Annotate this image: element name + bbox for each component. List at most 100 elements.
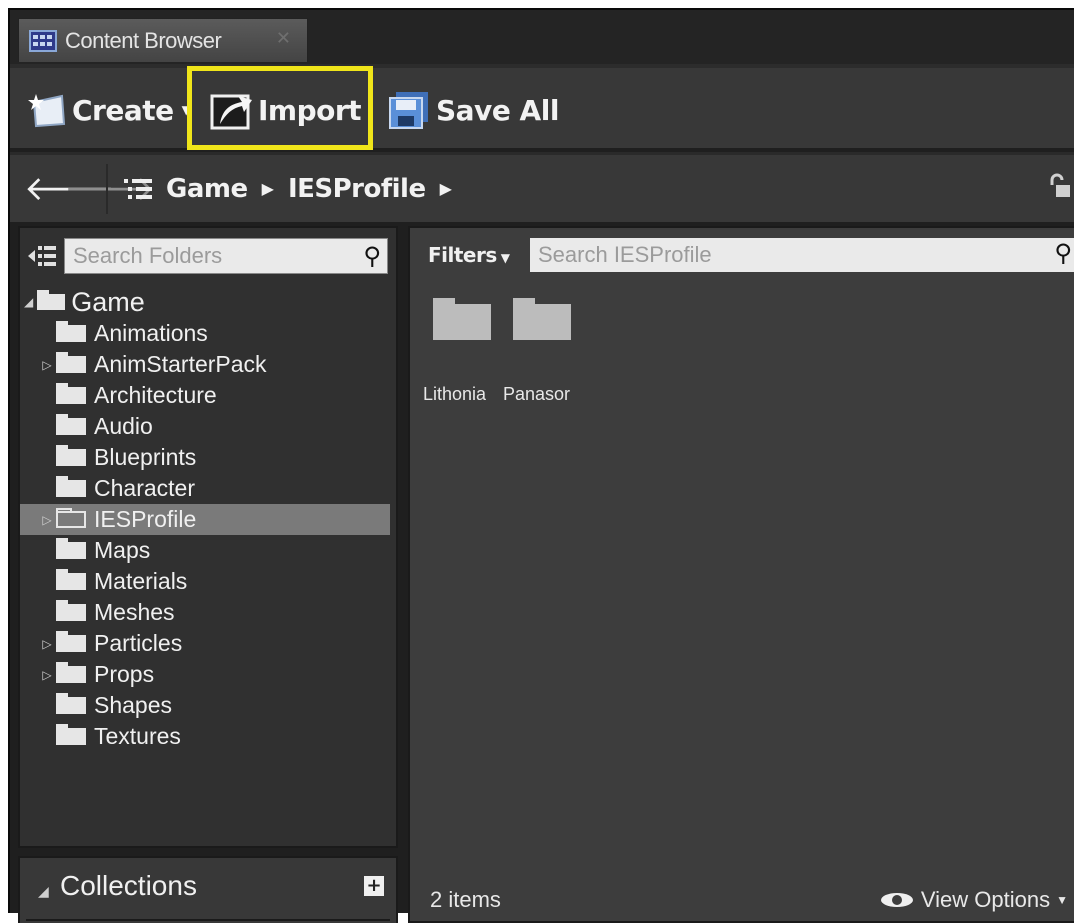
import-button[interactable]: Import	[210, 82, 362, 138]
search-icon[interactable]: ⚲	[1054, 239, 1072, 267]
close-icon[interactable]: ✕	[276, 28, 291, 49]
asset-view-panel: Filters▼ ⚲ Lithonia Panasor 2 items View…	[408, 226, 1074, 923]
tree-item-label: Props	[94, 661, 155, 687]
create-label: Create	[72, 93, 174, 127]
folder-tree-panel: ⚲ ◢ Game Animations ▷ AnimStarterPack Archi…	[18, 226, 398, 848]
asset-label: Lithonia	[423, 384, 487, 404]
folder-open-icon	[56, 508, 86, 528]
nav-divider	[106, 163, 108, 214]
breadcrumb-separator-icon[interactable]: ▶	[262, 179, 274, 198]
collections-label: Collections	[60, 870, 197, 901]
content-browser-icon	[29, 29, 57, 52]
folder-icon	[56, 569, 86, 590]
tree-item-label: IESProfile	[94, 506, 197, 532]
breadcrumb-next-icon[interactable]: ▶	[440, 179, 452, 198]
filter-row: Filters▼ ⚲	[410, 234, 1074, 276]
folder-icon	[56, 662, 86, 683]
view-options-button[interactable]: View Options ▼	[880, 887, 1068, 913]
view-options-label: View Options	[920, 887, 1051, 912]
tree-item-audio[interactable]: Audio	[20, 411, 396, 442]
tree-item-label: Shapes	[94, 692, 173, 718]
lock-icon[interactable]	[1048, 173, 1070, 199]
tree-item-props[interactable]: ▷ Props	[20, 659, 396, 690]
tree-item-label: Particles	[94, 630, 183, 656]
save-icon	[389, 92, 428, 129]
tree-item-animstarterpack[interactable]: ▷ AnimStarterPack	[20, 349, 396, 380]
folder-icon	[513, 298, 571, 340]
eye-icon	[880, 891, 915, 909]
expanded-triangle-icon[interactable]: ◢	[24, 295, 33, 309]
tree-item-label: Blueprints	[94, 444, 197, 470]
import-icon	[210, 94, 252, 130]
chevron-down-icon: ▼	[1056, 893, 1068, 907]
folder-search-box: ⚲	[64, 238, 388, 274]
tree-item-particles[interactable]: ▷ Particles	[20, 628, 396, 659]
tree-item-architecture[interactable]: Architecture	[20, 380, 396, 411]
folder-icon	[56, 724, 86, 745]
import-label: Import	[258, 93, 362, 127]
create-icon	[28, 94, 66, 128]
tree-item-shapes[interactable]: Shapes	[20, 690, 396, 721]
tree-item-meshes[interactable]: Meshes	[20, 597, 396, 628]
tree-items: Animations ▷ AnimStarterPack Architecture Au…	[20, 318, 396, 752]
tree-item-label: Architecture	[94, 382, 217, 408]
folder-icon	[56, 538, 86, 559]
collapse-triangle-icon[interactable]: ◢	[38, 884, 49, 900]
content-browser-window: Content Browser ✕ Create ▼ Import Save A…	[8, 8, 1074, 923]
expand-triangle-icon[interactable]: ▷	[40, 668, 54, 682]
folder-icon	[56, 600, 86, 621]
folder-list-icon[interactable]	[124, 177, 152, 201]
back-arrow-icon[interactable]: 🡐	[24, 172, 115, 206]
asset-tile-panasonic[interactable]: Panasor	[502, 290, 582, 405]
folder-icon	[56, 631, 86, 652]
tree-item-label: Character	[94, 475, 195, 501]
tree-item-label: Materials	[94, 568, 188, 594]
tab-title: Content Browser	[65, 27, 222, 53]
expand-triangle-icon[interactable]: ▷	[40, 513, 54, 527]
tree-item-label: AnimStarterPack	[94, 351, 267, 377]
tree-item-materials[interactable]: Materials	[20, 566, 396, 597]
tree-item-label: Animations	[94, 320, 208, 346]
asset-tile-lithonia[interactable]: Lithonia	[422, 290, 502, 405]
asset-label: Panasor	[503, 384, 571, 404]
tree-item-label: Audio	[94, 413, 153, 439]
item-count: 2 items	[430, 887, 501, 912]
expand-triangle-icon[interactable]: ▷	[40, 637, 54, 651]
folder-icon	[56, 693, 86, 714]
folder-search-input[interactable]	[65, 239, 387, 273]
add-collection-button[interactable]: +	[364, 876, 384, 896]
search-icon[interactable]: ⚲	[363, 242, 381, 270]
tree-item-textures[interactable]: Textures	[20, 721, 396, 752]
create-button[interactable]: Create ▼	[28, 82, 191, 138]
folder-icon	[56, 445, 86, 466]
tree-item-maps[interactable]: Maps	[20, 535, 396, 566]
breadcrumb-iesprofile[interactable]: IESProfile	[288, 174, 426, 204]
tree-root-game[interactable]: ◢ Game	[20, 286, 396, 318]
folder-icon	[56, 383, 86, 404]
filters-button[interactable]: Filters ▼	[428, 243, 510, 267]
tree-item-character[interactable]: Character	[20, 473, 396, 504]
tab-bar: Content Browser ✕	[10, 10, 1074, 64]
folder-icon	[56, 321, 86, 342]
asset-tiles: Lithonia Panasor	[422, 290, 582, 405]
folder-search-row: ⚲	[28, 236, 388, 276]
tree-item-iesprofile[interactable]: ▷ IESProfile	[20, 504, 390, 535]
folder-icon	[433, 298, 491, 340]
toolbar: Create ▼ Import Save All	[10, 64, 1074, 148]
tree-root-label: Game	[71, 286, 145, 317]
folder-tree: ◢ Game Animations ▷ AnimStarterPack Archite…	[20, 286, 396, 752]
asset-search-input[interactable]	[530, 238, 1074, 272]
tree-item-label: Meshes	[94, 599, 175, 625]
save-all-button[interactable]: Save All	[388, 82, 559, 138]
tree-item-animations[interactable]: Animations	[20, 318, 396, 349]
expand-triangle-icon[interactable]: ▷	[40, 358, 54, 372]
asset-search-box: ⚲	[530, 238, 1074, 272]
tab-content-browser[interactable]: Content Browser ✕	[18, 18, 308, 62]
collections-divider	[26, 919, 390, 921]
folder-icon	[56, 352, 86, 373]
breadcrumb-game[interactable]: Game	[166, 174, 248, 204]
forward-arrow-icon[interactable]: 🡒	[64, 172, 155, 206]
folder-icon	[56, 476, 86, 497]
tree-toggle-icon[interactable]	[28, 244, 58, 268]
tree-item-blueprints[interactable]: Blueprints	[20, 442, 396, 473]
